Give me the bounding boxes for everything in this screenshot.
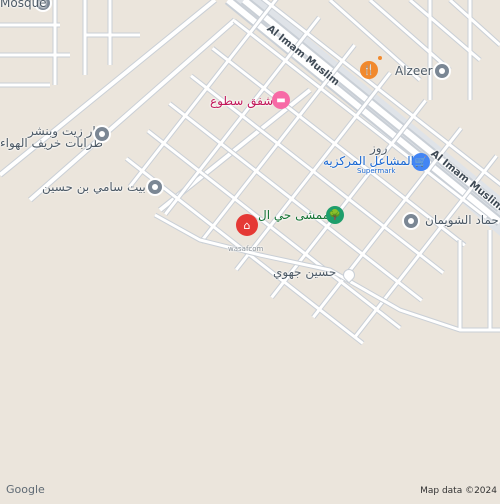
poi-label-rooz[interactable]: روز [370, 141, 387, 155]
place-pin-icon[interactable] [402, 212, 420, 230]
poi-label-home[interactable]: wasafcom [228, 245, 263, 253]
lodging-icon[interactable]: ▬ [272, 91, 290, 109]
poi-label-mamsha[interactable]: ممشى حي ال [258, 208, 329, 222]
park-icon[interactable]: 🌳 [326, 206, 344, 224]
food-icon[interactable]: 🍴 [360, 61, 378, 79]
place-pin-icon[interactable] [93, 125, 111, 143]
poi-label-shafaq[interactable]: شفق سطوع [210, 94, 273, 108]
poi-label-mashael[interactable]: المشاعل المركزيه [323, 154, 414, 168]
home-pin-icon[interactable]: ⌂ [236, 214, 258, 236]
shopping-cart-icon[interactable]: 🛒 [412, 153, 430, 171]
poi-label-supermarket[interactable]: Supermark [357, 167, 395, 175]
poi-label-mosque[interactable]: Mosque [0, 0, 47, 10]
poi-label-husain[interactable]: حسين جهوي [273, 265, 336, 279]
poi-label-bait[interactable]: بيت سامي بن حسين [42, 180, 146, 194]
poi-label-alzeer[interactable]: Alzeer [395, 64, 433, 78]
map-attribution[interactable]: Map data ©2024 [417, 486, 500, 496]
poi-label-shwaiman[interactable]: حماد الشويمان [425, 213, 499, 227]
map-canvas[interactable]: Al Imam Muslim Al Imam Muslim Mosque 🍴 A… [0, 0, 500, 500]
place-pin-icon[interactable] [146, 178, 164, 196]
google-watermark: Google [6, 483, 45, 496]
place-pin-icon[interactable] [433, 62, 451, 80]
poi-label-tarab[interactable]: طرابات خريف الهواء [0, 136, 103, 150]
